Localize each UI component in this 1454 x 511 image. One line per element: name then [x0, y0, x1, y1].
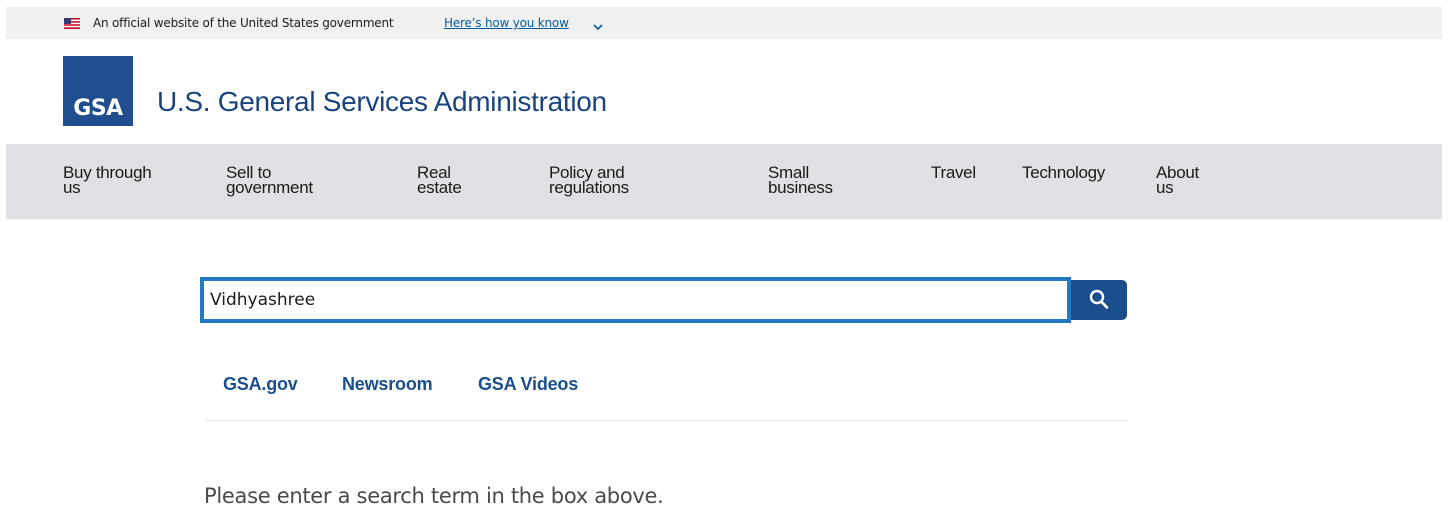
tab-gsa-gov[interactable]: GSA.gov	[223, 374, 298, 395]
site-title[interactable]: U.S. General Services Administration	[157, 86, 607, 118]
tab-gsa-videos[interactable]: GSA Videos	[478, 374, 578, 395]
search-icon	[1089, 289, 1109, 309]
empty-search-message: Please enter a search term in the box ab…	[204, 484, 664, 508]
search-scope-tabs: GSA.gov Newsroom GSA Videos	[205, 360, 1128, 421]
nav-item-sell-to-government[interactable]: Sell to government	[226, 164, 313, 196]
search-input[interactable]	[200, 277, 1071, 323]
tab-newsroom[interactable]: Newsroom	[342, 374, 433, 395]
gsa-search-page: An official website of the United States…	[0, 0, 1454, 511]
nav-item-technology[interactable]: Technology	[1022, 164, 1105, 181]
nav-item-policy-and-regulations[interactable]: Policy and regulations	[549, 164, 629, 196]
nav-item-about-us[interactable]: About us	[1156, 164, 1199, 196]
gsa-logo-text: GSA	[73, 96, 123, 121]
official-gov-banner: An official website of the United States…	[6, 7, 1442, 39]
chevron-down-icon[interactable]	[593, 20, 603, 31]
official-website-text: An official website of the United States…	[93, 16, 394, 30]
nav-item-buy-through-us[interactable]: Buy through us	[63, 164, 152, 196]
search-button[interactable]	[1071, 280, 1127, 320]
nav-item-travel[interactable]: Travel	[931, 164, 976, 181]
nav-item-real-estate[interactable]: Real estate	[417, 164, 462, 196]
primary-nav: Buy through us Sell to government Real e…	[6, 144, 1442, 219]
gsa-logo[interactable]: GSA	[63, 56, 133, 126]
heres-how-you-know-link[interactable]: Here’s how you know	[444, 16, 569, 30]
us-flag-icon	[64, 18, 80, 29]
nav-item-small-business[interactable]: Small business	[768, 164, 833, 196]
